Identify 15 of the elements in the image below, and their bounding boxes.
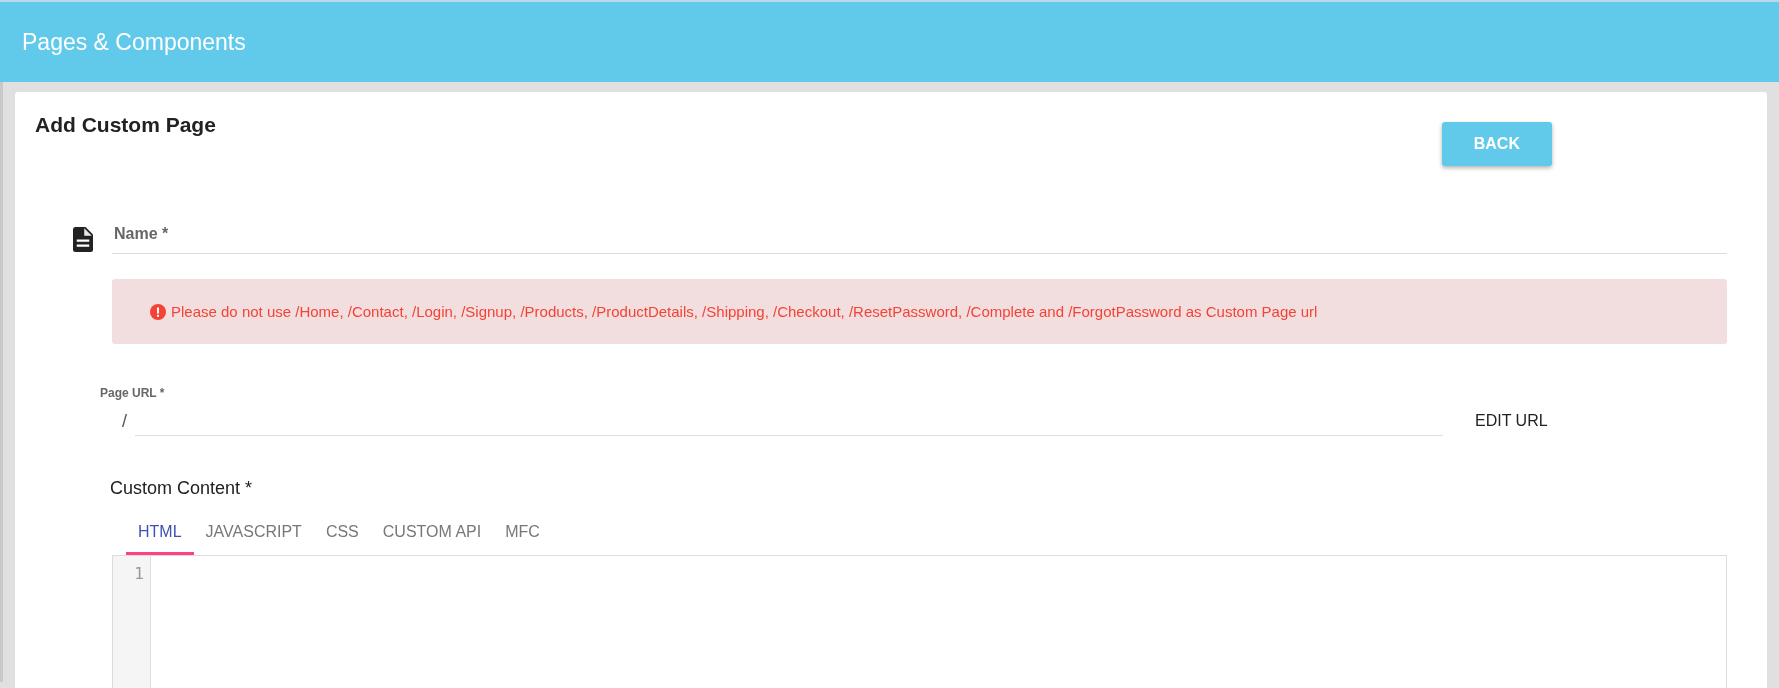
- tab[interactable]: MFC: [493, 513, 552, 555]
- tab[interactable]: CUSTOM API: [370, 513, 494, 555]
- header-title: Pages & Components: [22, 28, 246, 56]
- tab[interactable]: JAVASCRIPT: [193, 513, 314, 555]
- field-label: Page URL *: [100, 386, 166, 400]
- tab[interactable]: CSS: [313, 513, 371, 555]
- page-title: Add Custom Page: [35, 112, 216, 137]
- document-icon: [73, 227, 93, 252]
- code-editor[interactable]: 1: [112, 555, 1727, 688]
- alert-message: Please do not use /Home, /Contact, /Login, /Signup, /Products, /ProductDetails, /Shipping, /Checkout, /ResetPassword, /Complete and /ForgotPassword as Custom Page url: [171, 303, 1318, 320]
- alert-icon: [150, 303, 166, 320]
- edit-url-button[interactable]: EDIT URL: [1463, 406, 1560, 436]
- url-prefix: /: [122, 410, 127, 432]
- section-label: Custom Content *: [110, 478, 254, 499]
- line-number: 1: [133, 563, 145, 583]
